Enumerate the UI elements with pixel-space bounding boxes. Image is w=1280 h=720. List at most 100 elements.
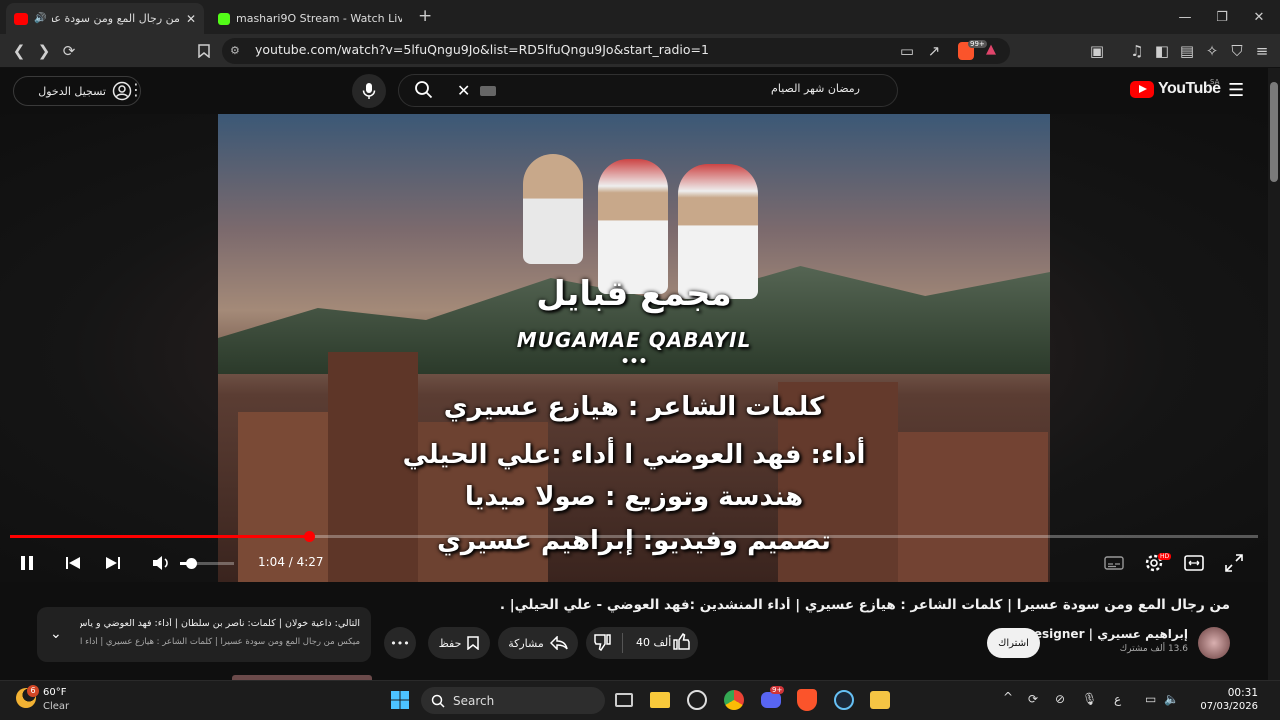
overlay-line-engineering: هندسة وتوزيع : صولا ميديا bbox=[464, 482, 804, 512]
thumbs-down-icon bbox=[594, 634, 611, 652]
browser-menu-icon[interactable]: ≡ bbox=[1248, 34, 1276, 68]
tab-title: من رجال المع ومن سودة عسيرا bbox=[52, 12, 180, 25]
tab-youtube-active[interactable]: 🔊 من رجال المع ومن سودة عسيرا ✕ bbox=[6, 3, 204, 34]
chrome-icon[interactable] bbox=[718, 684, 750, 716]
clock-time[interactable]: 00:31 bbox=[1218, 687, 1258, 699]
time-display: 1:04 / 4:27 bbox=[258, 555, 324, 569]
overlay-line-design: تصميم وفيديو: إبراهيم عسيري bbox=[437, 526, 831, 556]
network-icon[interactable]: ▭ bbox=[1145, 692, 1156, 706]
weather-badge: 6 bbox=[27, 685, 39, 697]
brave-browser-icon[interactable] bbox=[791, 684, 823, 716]
chevron-down-icon[interactable]: ⌄ bbox=[50, 626, 62, 642]
media-icon[interactable]: ♫ bbox=[1123, 34, 1151, 68]
channel-name[interactable]: إبراهيم عسيري | Designer bbox=[1024, 627, 1188, 641]
sidebar-icon[interactable]: ◧ bbox=[1148, 34, 1176, 68]
show-hidden-icons-icon[interactable]: ^ bbox=[1003, 690, 1013, 704]
back-button[interactable]: ❮ bbox=[5, 34, 33, 68]
task-view-icon[interactable] bbox=[608, 684, 640, 716]
save-button[interactable]: حفظ bbox=[428, 627, 490, 659]
brave-shields-badge: 99+ bbox=[968, 40, 987, 48]
progress-scrubber[interactable] bbox=[304, 531, 315, 542]
weather-temp: 60°F bbox=[43, 687, 67, 698]
up-next-title: التالي: داعية خولان | كلمات: ناصر بن سلط… bbox=[80, 618, 360, 629]
start-button[interactable] bbox=[384, 684, 416, 716]
channel-info[interactable]: إبراهيم عسيري | Designer 13.6 ألف مشترك bbox=[1024, 627, 1188, 654]
microphone-tray-icon[interactable]: 🎙 bbox=[1082, 692, 1097, 706]
taskbar-search[interactable]: Search bbox=[421, 687, 605, 714]
video-frame[interactable]: مجمع قبايل MUGAMAE QABAYIL ••• كلمات الش… bbox=[218, 114, 1050, 582]
bookmark-icon[interactable] bbox=[190, 34, 218, 68]
new-tab-button[interactable]: + bbox=[418, 6, 432, 26]
pause-button[interactable] bbox=[14, 550, 40, 576]
clear-search-icon[interactable]: ✕ bbox=[457, 81, 470, 100]
previous-icon bbox=[66, 557, 80, 569]
more-actions-button[interactable]: ••• bbox=[384, 627, 416, 659]
channel-brand-arabic: مجمع قبايل bbox=[536, 274, 732, 314]
url-text[interactable]: youtube.com/watch?v=5lfuQngu9Jo&list=RD5… bbox=[255, 42, 709, 57]
site-info-icon[interactable]: ⚙ bbox=[230, 44, 240, 57]
theater-mode-button[interactable] bbox=[1180, 550, 1208, 576]
audio-playing-icon[interactable]: 🔊 bbox=[34, 13, 46, 24]
channel-brand-english: MUGAMAE QABAYIL bbox=[516, 328, 752, 352]
speaker-icon[interactable]: 🔈 bbox=[1164, 692, 1179, 706]
up-next-panel[interactable] bbox=[37, 607, 371, 662]
app-icon[interactable] bbox=[864, 684, 896, 716]
scrollbar-thumb[interactable] bbox=[1270, 82, 1278, 182]
youtube-play-logo-icon bbox=[1130, 80, 1154, 98]
tab-title: mashari9O Stream - Watch Live on K bbox=[236, 12, 402, 25]
file-explorer-icon[interactable] bbox=[644, 684, 676, 716]
input-language[interactable]: ع bbox=[1114, 692, 1121, 706]
brand-dots: ••• bbox=[620, 354, 648, 370]
tab-close-icon[interactable]: ✕ bbox=[186, 12, 196, 26]
previous-button[interactable] bbox=[60, 550, 86, 576]
youtube-logo[interactable]: YouTube bbox=[1130, 80, 1221, 98]
share-icon bbox=[549, 636, 568, 650]
reload-button[interactable]: ⟳ bbox=[55, 34, 83, 68]
fullscreen-button[interactable] bbox=[1220, 550, 1248, 576]
like-button[interactable] bbox=[672, 632, 690, 655]
camera-off-icon[interactable]: ⊘ bbox=[1055, 692, 1065, 706]
forward-button[interactable]: ❯ bbox=[30, 34, 58, 68]
up-next-playlist: ميكس من رجال المع ومن سودة عسيرا | كلمات… bbox=[80, 637, 360, 647]
region-code: SA bbox=[1210, 78, 1220, 86]
save-icon bbox=[467, 636, 480, 650]
tab-kick[interactable]: mashari9O Stream - Watch Live on K bbox=[210, 3, 410, 34]
keyboard-icon[interactable] bbox=[480, 86, 496, 96]
youtube-favicon-icon bbox=[14, 12, 28, 25]
dislike-button[interactable] bbox=[594, 633, 612, 655]
vpn-icon[interactable]: ⛉ bbox=[1223, 34, 1251, 68]
sync-icon[interactable]: ⟳ bbox=[1028, 692, 1038, 706]
pause-icon bbox=[21, 556, 33, 570]
progress-played bbox=[10, 535, 310, 538]
sign-in-button[interactable]: تسجيل الدخول bbox=[13, 76, 141, 106]
subtitles-icon bbox=[1104, 556, 1124, 570]
cast-icon[interactable]: ▭ bbox=[893, 34, 921, 68]
wallet-icon[interactable]: ▤ bbox=[1173, 34, 1201, 68]
channel-avatar[interactable] bbox=[1198, 627, 1230, 659]
reader-mode-icon[interactable]: ▣ bbox=[1083, 34, 1111, 68]
subtitles-button[interactable] bbox=[1100, 550, 1128, 576]
leo-ai-icon[interactable]: ✧ bbox=[1198, 34, 1226, 68]
more-options-icon[interactable]: ⋮ bbox=[128, 80, 144, 99]
close-window-button[interactable]: ✕ bbox=[1236, 0, 1280, 34]
brave-rewards-icon[interactable]: ▲ bbox=[986, 42, 996, 57]
voice-search-button[interactable] bbox=[352, 74, 386, 108]
overlay-line-poet: كلمات الشاعر : هيازع عسيري bbox=[443, 392, 825, 422]
thumbs-up-icon bbox=[673, 632, 690, 650]
search-icon[interactable] bbox=[414, 80, 434, 104]
like-divider bbox=[622, 633, 623, 653]
steam-icon[interactable] bbox=[828, 684, 860, 716]
sign-in-label: تسجيل الدخول bbox=[38, 84, 106, 98]
mute-button[interactable] bbox=[148, 550, 174, 576]
volume-handle[interactable] bbox=[186, 558, 197, 569]
guide-menu-icon[interactable]: ☰ bbox=[1228, 80, 1244, 101]
next-icon bbox=[106, 557, 120, 569]
clock-date[interactable]: 07/03/2026 bbox=[1194, 701, 1258, 712]
volume-icon bbox=[153, 556, 168, 570]
overlay-line-performers: أداء: فهد العوضي ا أداء :علي الحيلي bbox=[402, 440, 866, 470]
share-page-icon[interactable]: ↗ bbox=[920, 34, 948, 68]
next-button[interactable] bbox=[100, 550, 126, 576]
share-button[interactable]: مشاركة bbox=[498, 627, 578, 659]
person-figure bbox=[523, 154, 583, 264]
obs-icon[interactable] bbox=[681, 684, 713, 716]
